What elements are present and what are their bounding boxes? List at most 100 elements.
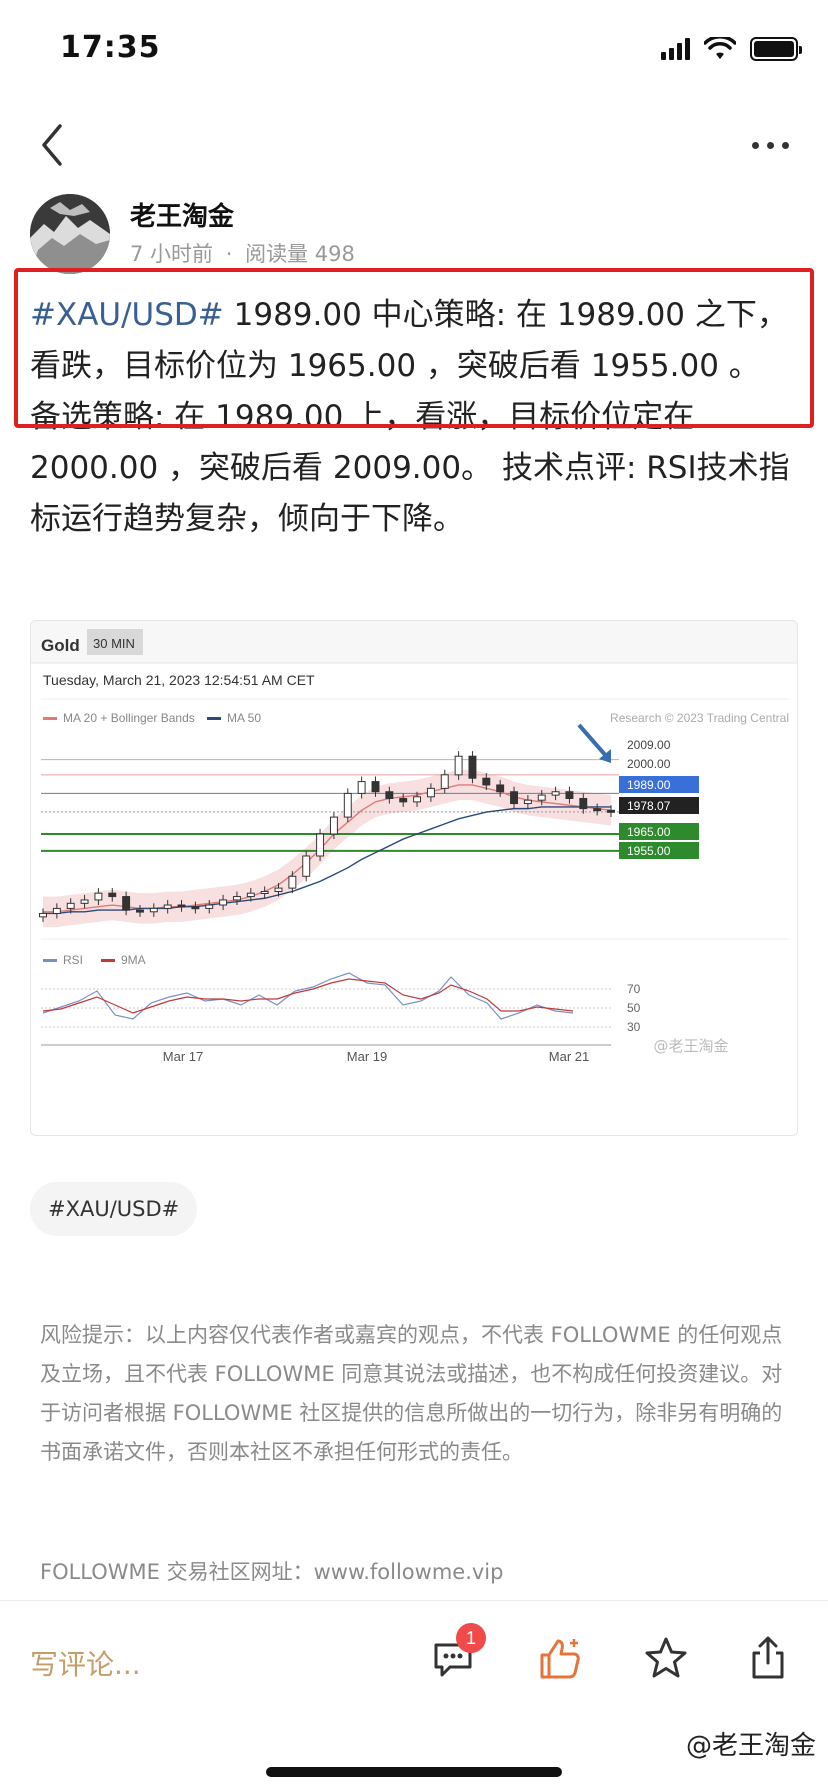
candle-body bbox=[440, 774, 449, 789]
author-meta: 7 小时前 · 阅读量 498 bbox=[130, 238, 355, 268]
price-label-current: 1978.07 bbox=[627, 799, 671, 813]
x-tick-mar19: Mar 19 bbox=[347, 1049, 387, 1064]
cellular-signal-icon bbox=[661, 38, 690, 60]
candle-body bbox=[426, 787, 435, 798]
candle-body bbox=[52, 907, 61, 914]
share-icon bbox=[752, 1636, 784, 1679]
candle-body bbox=[579, 797, 588, 810]
candle-body bbox=[302, 855, 311, 877]
candle-body bbox=[274, 887, 283, 892]
more-options-button[interactable] bbox=[752, 130, 798, 160]
status-bar: 17:35 bbox=[0, 0, 828, 96]
candle-body bbox=[413, 796, 422, 803]
candle-body bbox=[357, 781, 366, 794]
chart-image[interactable]: Gold 30 MIN Tuesday, March 21, 2023 12:5… bbox=[30, 620, 798, 1136]
price-label-2000: 2000.00 bbox=[627, 757, 671, 771]
candle-body bbox=[385, 791, 394, 799]
price-labels: 2009.00 2000.00 1989.00 1978.07 1965.00 … bbox=[619, 738, 699, 859]
candle-body bbox=[565, 791, 574, 799]
candle-body bbox=[454, 755, 463, 776]
candle-body bbox=[496, 784, 505, 793]
candle-body bbox=[523, 799, 532, 805]
candle-body bbox=[94, 892, 103, 901]
meta-separator: · bbox=[225, 242, 233, 266]
article-text: 1989.00 中心策略: 在 1989.00 之下，看跌，目标价位为 1965… bbox=[30, 297, 790, 537]
article-body: #XAU/USD# 1989.00 中心策略: 在 1989.00 之下，看跌，… bbox=[30, 290, 800, 545]
bottom-action-bar: 写评论... 1 @老王淘金 bbox=[0, 1600, 828, 1792]
candle-body bbox=[288, 875, 297, 889]
read-count: 阅读量 498 bbox=[245, 242, 355, 266]
tag-chip[interactable]: #XAU/USD# bbox=[30, 1182, 198, 1236]
status-time: 17:35 bbox=[60, 30, 161, 65]
candle-body bbox=[510, 791, 518, 805]
home-indicator bbox=[266, 1767, 562, 1777]
comment-input[interactable]: 写评论... bbox=[30, 1643, 141, 1683]
risk-disclaimer: 风险提示：以上内容仅代表作者或嘉宾的观点，不代表 FOLLOWME 的任何观点及… bbox=[40, 1323, 783, 1464]
avatar[interactable] bbox=[30, 194, 110, 274]
comment-count-badge: 1 bbox=[456, 1623, 486, 1653]
back-button[interactable] bbox=[34, 122, 74, 168]
price-label-1955: 1955.00 bbox=[627, 844, 671, 858]
favorite-button[interactable] bbox=[640, 1633, 692, 1685]
candle-body bbox=[482, 777, 491, 786]
candle-body bbox=[468, 755, 477, 779]
legend-bollinger: MA 20 + Bollinger Bands bbox=[63, 711, 195, 725]
candle-body bbox=[136, 909, 144, 913]
candle-body bbox=[316, 833, 325, 857]
nav-bar bbox=[0, 110, 828, 180]
avatar-image bbox=[30, 194, 110, 274]
star-icon bbox=[645, 1637, 687, 1678]
legend-ma50: MA 50 bbox=[227, 711, 261, 725]
price-label-1989: 1989.00 bbox=[627, 778, 671, 792]
candle-body bbox=[80, 899, 89, 904]
candle-body bbox=[219, 899, 228, 906]
comments-button[interactable]: 1 bbox=[428, 1623, 486, 1685]
hashtag-link[interactable]: #XAU/USD# bbox=[30, 297, 224, 333]
chart-datetime: Tuesday, March 21, 2023 12:54:51 AM CET bbox=[43, 672, 315, 688]
chevron-left-icon bbox=[42, 124, 62, 166]
candle-body bbox=[593, 808, 602, 812]
post-time: 7 小时前 bbox=[130, 242, 214, 266]
price-label-1965: 1965.00 bbox=[627, 825, 671, 839]
thumbs-up-icon bbox=[540, 1639, 580, 1679]
forecast-arrow bbox=[577, 723, 609, 759]
candle-body bbox=[537, 794, 546, 801]
candle-body bbox=[343, 792, 352, 818]
candle-body bbox=[607, 809, 615, 813]
candle-body bbox=[39, 912, 47, 918]
rsi-line bbox=[42, 972, 574, 1020]
like-button[interactable] bbox=[534, 1633, 586, 1685]
candle-body bbox=[551, 791, 560, 796]
wifi-icon bbox=[704, 37, 736, 59]
chart-copyright: Research © 2023 Trading Central bbox=[610, 711, 789, 725]
candle-body bbox=[191, 906, 200, 910]
candle-body bbox=[122, 896, 131, 911]
chart-symbol: Gold bbox=[41, 636, 80, 655]
legend-rsi: RSI bbox=[63, 953, 83, 967]
chart-watermark: @老王淘金 bbox=[653, 1037, 728, 1055]
author-name[interactable]: 老王淘金 bbox=[130, 196, 234, 233]
price-chart: Gold 30 MIN Tuesday, March 21, 2023 12:5… bbox=[31, 621, 797, 1064]
site-url-line: FOLLOWME 交易社区网址：www.followme.vip bbox=[40, 1560, 504, 1584]
candle-body bbox=[163, 904, 172, 909]
candle-body bbox=[371, 781, 380, 793]
candle-body bbox=[149, 907, 158, 913]
candle-body bbox=[177, 904, 186, 908]
bottom-watermark: @老王淘金 bbox=[685, 1731, 816, 1761]
candle-body bbox=[260, 890, 269, 894]
status-icons bbox=[661, 36, 802, 62]
candle-body bbox=[399, 797, 408, 803]
candle-body bbox=[66, 902, 75, 909]
candle-body bbox=[232, 896, 241, 901]
candle-body bbox=[329, 816, 338, 835]
x-tick-mar21: Mar 21 bbox=[549, 1049, 589, 1064]
rsi-level-50: 50 bbox=[627, 1001, 641, 1015]
legend-9ma: 9MA bbox=[121, 953, 146, 967]
price-label-2009: 2009.00 bbox=[627, 738, 671, 752]
chart-timeframe: 30 MIN bbox=[93, 636, 135, 651]
x-tick-mar17: Mar 17 bbox=[163, 1049, 203, 1064]
battery-icon bbox=[750, 37, 802, 61]
share-button[interactable] bbox=[742, 1633, 794, 1685]
candle-body bbox=[205, 904, 214, 909]
rsi-level-70: 70 bbox=[627, 982, 641, 996]
